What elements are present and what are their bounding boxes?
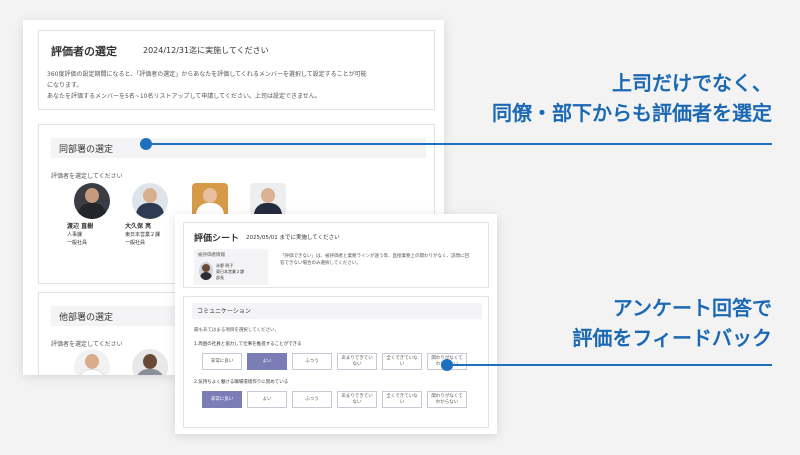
avatar: [132, 349, 168, 375]
sheet-note: 「評価できない」は、被評価者と業務ラインが遠う等、直接業務上の関わりがなく、説問…: [280, 254, 469, 266]
callout-line-bottom: [447, 364, 772, 366]
avatar: [199, 262, 213, 280]
caption-top: 上司だけでなく、 同僚・部下からも評価者を選定: [492, 71, 772, 125]
evaluator-candidate[interactable]: [125, 349, 175, 375]
other-dept-choose-label: 評価者を選定してください: [51, 341, 123, 348]
option-button[interactable]: あまりできていない: [337, 391, 377, 408]
callout-line-top: [146, 143, 772, 145]
evaluation-sheet-card: 評価シート 2025/05/01 までに実施してください 被評価者情報 永野 明…: [175, 214, 497, 434]
sheet-deadline: 2025/05/01 までに実施してください: [246, 235, 340, 241]
sheet-title: 評価シート: [194, 234, 240, 244]
target-info: 被評価者情報 永野 明子 東日本営業２課 部長: [194, 249, 268, 285]
caption-bottom: アンケート回答で 評価をフィードバック: [572, 296, 772, 350]
evaluator-candidate[interactable]: 大久保 亮 東日本営業２課 一般社員: [125, 183, 175, 273]
option-button[interactable]: 全くできていない: [382, 353, 422, 370]
option-button[interactable]: 関わりがなくてわからない: [427, 391, 467, 408]
selection-title: 評価者の選定: [51, 45, 117, 58]
question-1-options: 非常に良い よい ふつう あまりできていない 全くできていない 関わりがなくてわ…: [202, 353, 467, 370]
question-text: 1.周囲の社員と協力して仕事を推進することができる: [194, 342, 302, 347]
option-button-selected[interactable]: よい: [247, 353, 287, 370]
option-button[interactable]: ふつう: [292, 353, 332, 370]
avatar: [74, 349, 110, 375]
option-button[interactable]: ふつう: [292, 391, 332, 408]
option-button[interactable]: あまりできていない: [337, 353, 377, 370]
selection-description: 360度評価の設定期間になると、「評価者の選定」からあなたを評価してくれるメンバ…: [47, 71, 367, 100]
avatar: [74, 183, 110, 219]
option-button[interactable]: よい: [247, 391, 287, 408]
option-button[interactable]: 全くできていない: [382, 391, 422, 408]
communication-instruction: 最もあてはまる項目を選択してください。: [194, 328, 280, 333]
selection-intro: 評価者の選定 2024/12/31迄に実施してください 360度評価の設定期間に…: [38, 30, 435, 110]
option-button[interactable]: 非常に良い: [202, 353, 242, 370]
same-dept-header: 同部署の選定: [51, 138, 426, 158]
page: { "selection": { "title": "評価者の選定", "dea…: [0, 0, 800, 455]
callout-dot-top: [140, 138, 152, 150]
question-2-options: 非常に良い よい ふつう あまりできていない 全くできていない 関わりがなくてわ…: [202, 391, 467, 408]
option-button-selected[interactable]: 非常に良い: [202, 391, 242, 408]
communication-header: コミュニケーション: [192, 303, 482, 319]
selection-deadline: 2024/12/31迄に実施してください: [143, 46, 269, 55]
evaluator-candidate[interactable]: [67, 349, 117, 375]
avatar: [132, 183, 168, 219]
sheet-header: 評価シート 2025/05/01 までに実施してください 被評価者情報 永野 明…: [183, 222, 489, 288]
same-dept-choose-label: 評価者を選定してください: [51, 173, 123, 180]
evaluator-candidate[interactable]: 渡辺 直樹 人事課 一般社員: [67, 183, 117, 273]
question-text: 2.気持ちよく働ける職場環境作りに努めている: [194, 380, 289, 385]
callout-dot-bottom: [441, 359, 453, 371]
